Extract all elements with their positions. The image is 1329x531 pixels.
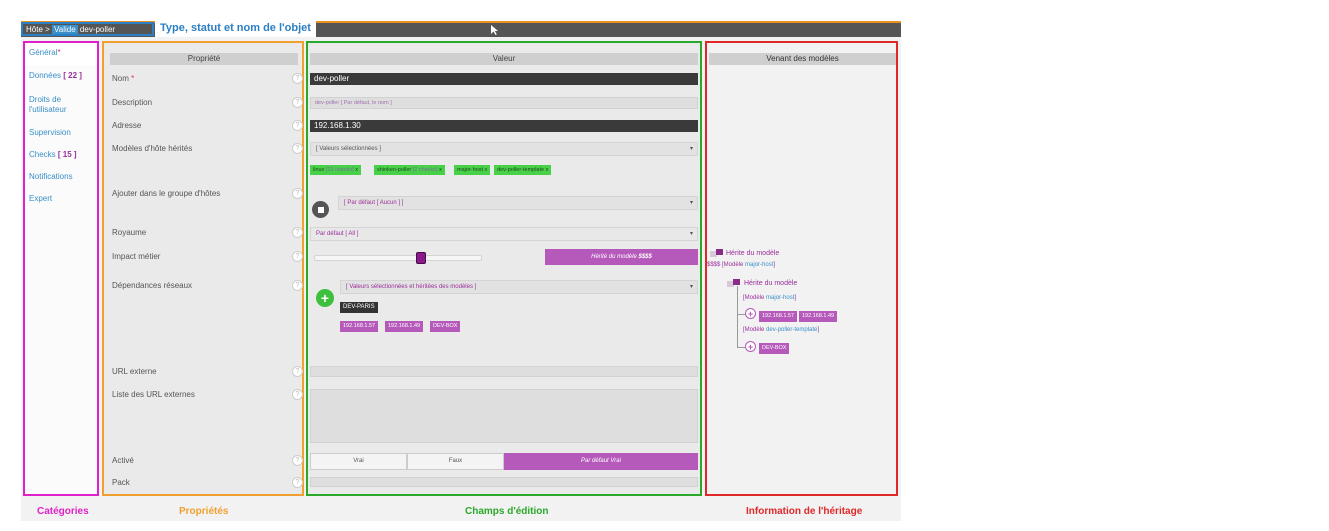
help-icon[interactable]: ? — [292, 120, 303, 131]
prop-external-url: URL externe — [112, 367, 157, 376]
external-url-input[interactable] — [310, 366, 698, 377]
help-icon[interactable]: ? — [292, 455, 303, 466]
enabled-true-button[interactable]: Vrai — [310, 453, 407, 470]
template-link[interactable]: dev-poller-template — [766, 327, 817, 333]
template-tag[interactable]: major-host x — [454, 165, 491, 175]
external-url-list-textarea[interactable] — [310, 389, 698, 443]
tree-line — [737, 286, 738, 348]
prop-business-impact: Impact métier — [112, 252, 161, 261]
prop-inherited-templates: Modèles d'hôte hérités — [112, 144, 193, 153]
category-supervision[interactable]: Supervision — [29, 128, 71, 138]
name-input[interactable]: dev-poller — [310, 73, 698, 85]
prop-network-dependencies: Dépendances réseaux — [112, 281, 193, 290]
chevron-down-icon: ▾ — [689, 146, 693, 152]
chevron-down-icon: ▾ — [689, 231, 693, 237]
properties-column: Propriété Nom * ? Description ? Adresse … — [102, 41, 304, 496]
help-icon[interactable]: ? — [292, 280, 303, 291]
inherited-tag: 192.168.1.49 — [799, 311, 838, 322]
expand-icon[interactable]: + — [745, 308, 756, 319]
address-input[interactable]: 192.168.1.30 — [310, 120, 698, 132]
help-icon[interactable]: ? — [292, 188, 303, 199]
inherited-dependency-tag: 192.168.1.57 — [340, 321, 379, 332]
tree-line — [737, 347, 745, 348]
prop-external-url-list: Liste des URL externes — [112, 390, 195, 399]
category-user-rights[interactable]: Droits de l'utilisateur — [29, 95, 67, 115]
remove-icon: x — [355, 167, 358, 173]
category-general[interactable]: Général* — [29, 48, 61, 58]
object-editor: Hôte > Valide dev-poller Type, statut et… — [21, 21, 901, 521]
pack-input[interactable] — [310, 477, 698, 487]
prop-name: Nom * — [112, 74, 135, 83]
dependency-inherit-label: Hérite du modèle — [744, 280, 798, 287]
add-icon[interactable]: + — [316, 289, 334, 307]
prop-enabled: Activé — [112, 456, 134, 465]
legend-properties: Propriétés — [179, 506, 229, 517]
category-notifications[interactable]: Notifications — [29, 172, 73, 182]
value-column-header: Valeur — [310, 53, 698, 65]
template-link[interactable]: major-host — [766, 295, 794, 301]
prop-hostgroups: Ajouter dans le groupe d'hôtes — [112, 189, 221, 198]
breadcrumb-highlight — [21, 22, 154, 36]
chevron-down-icon: ▾ — [689, 200, 693, 206]
help-icon[interactable]: ? — [292, 251, 303, 262]
help-icon[interactable]: ? — [292, 366, 303, 377]
inherited-dependency-tag: DEV-BOX — [430, 321, 461, 332]
inherited-tag: 192.168.1.57 — [759, 311, 798, 322]
inherited-column-header: Venant des modèles — [709, 53, 896, 65]
property-column-header: Propriété — [110, 53, 298, 65]
heritage-column: Venant des modèles Hérite du modèle $$$$… — [705, 41, 898, 496]
dependencies-select[interactable]: [ Valeurs sélectionnées et héritées des … — [340, 280, 698, 294]
template-link[interactable]: major-host — [745, 262, 773, 268]
remove-icon: x — [439, 167, 442, 173]
help-icon[interactable]: ? — [292, 97, 303, 108]
template-tag[interactable]: shinken-poller [2 checks] x — [374, 165, 445, 175]
prop-description: Description — [112, 98, 153, 107]
realm-select[interactable]: Par défaut [ All ] ▾ — [310, 227, 698, 241]
description-input[interactable]: dev-poller [ Par défaut, le nom ] — [310, 97, 698, 109]
legend-categories: Catégories — [37, 506, 89, 517]
chevron-down-icon: ▾ — [689, 284, 693, 290]
category-expert[interactable]: Expert — [29, 194, 52, 204]
legend-heritage: Information de l'héritage — [746, 506, 863, 517]
slider-handle[interactable] — [416, 252, 427, 264]
impact-inherited-button[interactable]: Hérité du modèle $$$$ — [545, 249, 698, 265]
group1-source: [Modèle major-host] — [743, 295, 797, 301]
stop-icon[interactable] — [312, 201, 329, 218]
inherited-tag: DEV-BOX — [759, 343, 790, 354]
annotation-object-header: Type, statut et nom de l'objet — [155, 21, 316, 37]
impact-inherit-label: Hérite du modèle — [726, 250, 780, 257]
inherited-dependency-tag: 192.168.1.49 — [385, 321, 424, 332]
dependency-tag[interactable]: DEV-PARIS — [340, 302, 378, 313]
template-tag[interactable]: dev-poller-template x — [494, 165, 552, 175]
mouse-cursor-icon — [491, 25, 499, 37]
help-icon[interactable]: ? — [292, 227, 303, 238]
template-tag[interactable]: linux [13 checks] x — [310, 165, 361, 175]
impact-inherit-source: $$$$ [Modèle major-host] — [707, 262, 776, 268]
prop-realm: Royaume — [112, 228, 147, 237]
help-icon[interactable]: ? — [292, 389, 303, 400]
help-icon[interactable]: ? — [292, 477, 303, 488]
prop-pack: Pack — [112, 478, 130, 487]
category-checks[interactable]: Checks [ 15 ] — [29, 150, 77, 160]
remove-icon: x — [484, 167, 488, 173]
prop-address: Adresse — [112, 121, 142, 130]
tree-line — [737, 314, 745, 315]
hostgroup-select[interactable]: [ Par défaut [ Aucun ] ] ▾ — [338, 196, 698, 210]
help-icon[interactable]: ? — [292, 73, 303, 84]
values-column: Valeur dev-poller dev-poller [ Par défau… — [306, 41, 702, 496]
templates-select[interactable]: [ Valeurs sélectionnées ] ▾ — [310, 142, 698, 156]
enabled-false-button[interactable]: Faux — [407, 453, 504, 470]
help-icon[interactable]: ? — [292, 143, 303, 154]
legend-fields: Champs d'édition — [465, 506, 549, 517]
top-bar: Hôte > Valide dev-poller Type, statut et… — [21, 21, 901, 37]
expand-icon[interactable]: + — [745, 341, 756, 352]
remove-icon: x — [545, 167, 549, 173]
inherit-indicator — [733, 279, 740, 285]
group2-source: [Modèle dev-poller-template] — [743, 327, 820, 333]
categories-panel: Général* Données [ 22 ] Droits de l'util… — [23, 41, 99, 496]
inherit-indicator — [716, 249, 723, 255]
enabled-default-button[interactable]: Par défaut Vrai — [504, 453, 698, 470]
impact-slider[interactable] — [314, 252, 482, 264]
category-data[interactable]: Données [ 22 ] — [29, 71, 82, 81]
